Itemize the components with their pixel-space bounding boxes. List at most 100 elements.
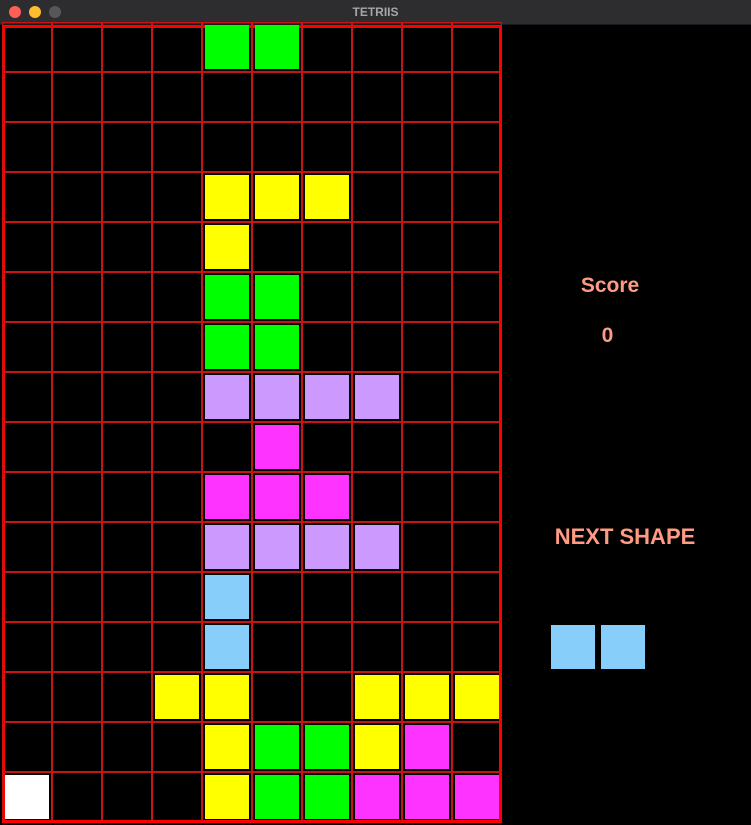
board-cell bbox=[352, 172, 402, 222]
board-cell bbox=[152, 522, 202, 572]
board-cell bbox=[52, 522, 102, 572]
board-cell bbox=[2, 172, 52, 222]
tetromino-block bbox=[255, 175, 299, 219]
board-cell bbox=[452, 222, 502, 272]
tetromino-block bbox=[205, 275, 249, 319]
board-cell bbox=[452, 422, 502, 472]
board-cell bbox=[402, 22, 452, 72]
board-cell bbox=[52, 322, 102, 372]
board-cell bbox=[452, 322, 502, 372]
board-cell bbox=[202, 72, 252, 122]
score-value: 0 bbox=[601, 324, 614, 347]
board-cell bbox=[352, 222, 402, 272]
board-cell bbox=[352, 72, 402, 122]
board-cell bbox=[152, 722, 202, 772]
board-cell bbox=[402, 372, 452, 422]
board-cell bbox=[152, 322, 202, 372]
board-cell bbox=[302, 322, 352, 372]
board-cell bbox=[152, 72, 202, 122]
board-cell bbox=[252, 672, 302, 722]
board-cell bbox=[52, 472, 102, 522]
tetromino-block bbox=[205, 625, 249, 669]
board-cell bbox=[102, 222, 152, 272]
board-cell bbox=[302, 622, 352, 672]
board-cell bbox=[452, 522, 502, 572]
next-shape-label: NEXT SHAPE bbox=[554, 524, 696, 549]
board-cell bbox=[102, 122, 152, 172]
board-cell bbox=[152, 272, 202, 322]
board-cell bbox=[352, 472, 402, 522]
board-cell bbox=[402, 222, 452, 272]
board-cell bbox=[52, 772, 102, 822]
board-cell bbox=[252, 222, 302, 272]
board-cell bbox=[152, 22, 202, 72]
board-cell bbox=[452, 272, 502, 322]
tetromino-block bbox=[205, 225, 249, 269]
board-cell bbox=[452, 122, 502, 172]
board-cell bbox=[202, 422, 252, 472]
tetromino-block bbox=[305, 725, 349, 769]
tetromino-block bbox=[355, 725, 399, 769]
board-cell bbox=[152, 172, 202, 222]
tetromino-block bbox=[205, 575, 249, 619]
board-cell bbox=[102, 522, 152, 572]
board-cell bbox=[152, 222, 202, 272]
tetromino-block bbox=[205, 375, 249, 419]
board-cell bbox=[352, 572, 402, 622]
board-cell bbox=[352, 272, 402, 322]
board-cell bbox=[302, 22, 352, 72]
tetromino-block bbox=[205, 175, 249, 219]
board-cell bbox=[52, 222, 102, 272]
board-cell bbox=[402, 122, 452, 172]
board-cell bbox=[452, 572, 502, 622]
tetromino-block bbox=[255, 325, 299, 369]
board-cell bbox=[102, 572, 152, 622]
board-cell bbox=[2, 472, 52, 522]
tetromino-block bbox=[305, 175, 349, 219]
tetromino-block bbox=[255, 375, 299, 419]
tetromino-block bbox=[355, 375, 399, 419]
board-cell bbox=[302, 672, 352, 722]
tetromino-block bbox=[205, 475, 249, 519]
board-cell bbox=[52, 272, 102, 322]
board-cell bbox=[402, 472, 452, 522]
board-cell bbox=[452, 72, 502, 122]
board-cell bbox=[252, 122, 302, 172]
board-cell bbox=[302, 122, 352, 172]
board-cell bbox=[102, 672, 152, 722]
board-cell bbox=[102, 272, 152, 322]
tetromino-block bbox=[205, 25, 249, 69]
board-cell bbox=[52, 172, 102, 222]
board-cell bbox=[2, 622, 52, 672]
board-cell bbox=[302, 572, 352, 622]
board-cell bbox=[402, 172, 452, 222]
board-cell bbox=[402, 622, 452, 672]
next-shape-block bbox=[601, 625, 645, 669]
board-cell bbox=[102, 472, 152, 522]
board-cell bbox=[2, 222, 52, 272]
tetromino-block bbox=[255, 525, 299, 569]
board-cell bbox=[52, 22, 102, 72]
board-cell bbox=[2, 322, 52, 372]
tetromino-block bbox=[305, 525, 349, 569]
board-cell bbox=[202, 122, 252, 172]
game-board[interactable] bbox=[2, 22, 502, 822]
board-cell bbox=[152, 622, 202, 672]
board-cell bbox=[152, 122, 202, 172]
board-cell bbox=[452, 372, 502, 422]
tetromino-block bbox=[455, 775, 499, 819]
tetromino-block bbox=[405, 775, 449, 819]
board-cell bbox=[152, 572, 202, 622]
board-cell bbox=[2, 422, 52, 472]
tetromino-block bbox=[405, 725, 449, 769]
board-cell bbox=[102, 422, 152, 472]
board-cell bbox=[352, 422, 402, 472]
board-cell bbox=[452, 622, 502, 672]
board-cell bbox=[302, 272, 352, 322]
board-cell bbox=[152, 422, 202, 472]
board-cell bbox=[152, 472, 202, 522]
board-cell bbox=[452, 722, 502, 772]
tetromino-block bbox=[305, 475, 349, 519]
tetromino-block bbox=[205, 325, 249, 369]
board-cell bbox=[102, 22, 152, 72]
